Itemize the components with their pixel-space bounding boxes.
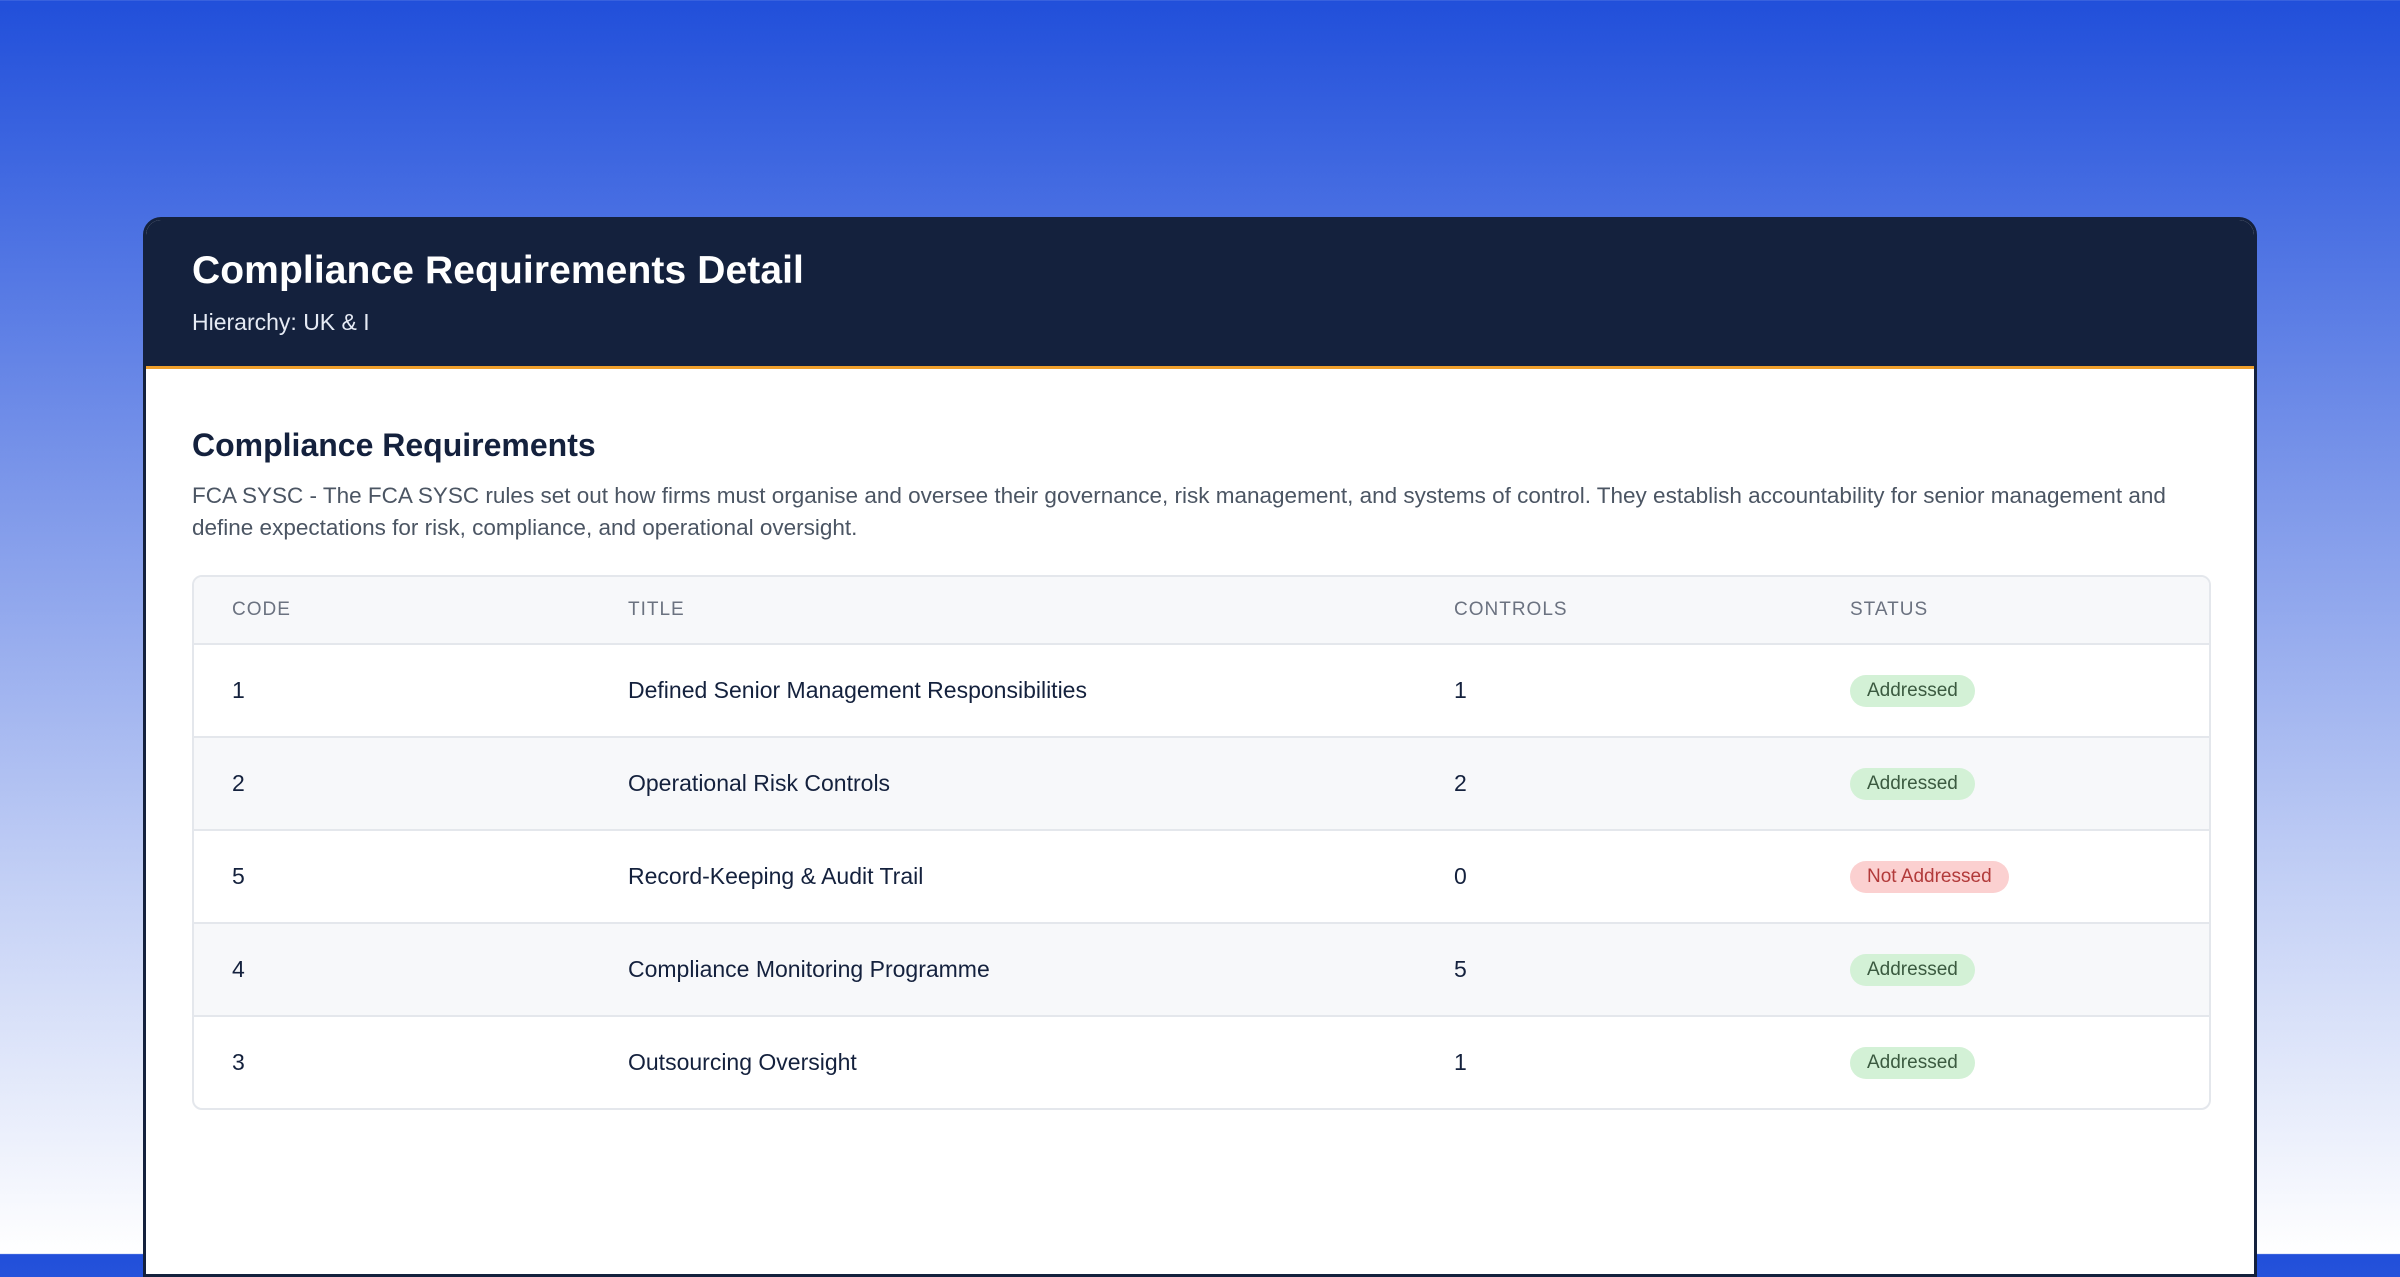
table-row[interactable]: 4 Compliance Monitoring Programme 5 Addr…	[194, 923, 2209, 1017]
compliance-detail-modal: Compliance Requirements Detail Hierarchy…	[143, 217, 2257, 1277]
cell-title: Operational Risk Controls	[590, 737, 1416, 831]
requirements-section: Compliance Requirements FCA SYSC - The F…	[192, 425, 2211, 544]
cell-status: Addressed	[1812, 644, 2209, 738]
table-row[interactable]: 2 Operational Risk Controls 2 Addressed	[194, 737, 2209, 831]
status-badge: Not Addressed	[1850, 860, 2009, 893]
cell-controls: 1	[1416, 644, 1812, 738]
cell-controls: 1	[1454, 1049, 1467, 1075]
status-badge: Addressed	[1850, 1046, 1975, 1079]
status-badge: Addressed	[1850, 674, 1975, 707]
table-row[interactable]: 5 Record-Keeping & Audit Trail 0 Not Add…	[194, 830, 2209, 924]
status-badge: Addressed	[1850, 953, 1975, 986]
cell-status: Addressed	[1812, 1016, 2209, 1108]
requirements-table: CODE TITLE CONTROLS STATUS 1 Defined Sen…	[192, 575, 2211, 1110]
section-title: Compliance Requirements	[192, 427, 596, 463]
table-header: CODE TITLE CONTROLS STATUS	[194, 577, 2209, 645]
status-badge: Addressed	[1850, 767, 1975, 800]
modal-title: Compliance Requirements Detail	[192, 249, 804, 292]
column-header-controls[interactable]: CONTROLS	[1416, 577, 1812, 645]
cell-title: Outsourcing Oversight	[628, 1049, 857, 1075]
column-header-code[interactable]: CODE	[194, 577, 590, 645]
section-description: FCA SYSC - The FCA SYSC rules set out ho…	[192, 483, 2166, 540]
cell-code: 5	[194, 830, 590, 924]
cell-status: Addressed	[1812, 737, 2209, 831]
cell-title: Compliance Monitoring Programme	[590, 923, 1416, 1017]
hierarchy-label: Hierarchy: UK & I	[192, 309, 370, 335]
cell-code: 4	[194, 923, 590, 1017]
cell-code: 1	[194, 644, 590, 738]
column-header-title[interactable]: TITLE	[590, 577, 1416, 645]
table-body: 1 Defined Senior Management Responsibili…	[194, 644, 2209, 1108]
cell-title: Defined Senior Management Responsibiliti…	[590, 644, 1416, 738]
cell-status: Addressed	[1812, 923, 2209, 1017]
cell-controls: 0	[1416, 830, 1812, 924]
column-header-status[interactable]: STATUS	[1812, 577, 2209, 645]
cell-controls: 2	[1416, 737, 1812, 831]
table-row[interactable]: 3 Outsourcing Oversight 1 Addressed	[194, 1016, 2209, 1108]
cell-status: Not Addressed	[1812, 830, 2209, 924]
cell-code: 2	[194, 737, 590, 831]
table-row[interactable]: 1 Defined Senior Management Responsibili…	[194, 644, 2209, 738]
cell-code: 3	[232, 1049, 245, 1075]
cell-title: Record-Keeping & Audit Trail	[590, 830, 1416, 924]
modal-header: Compliance Requirements Detail Hierarchy…	[146, 220, 2254, 369]
table-header-row: CODE TITLE CONTROLS STATUS	[194, 577, 2209, 645]
cell-controls: 5	[1416, 923, 1812, 1017]
